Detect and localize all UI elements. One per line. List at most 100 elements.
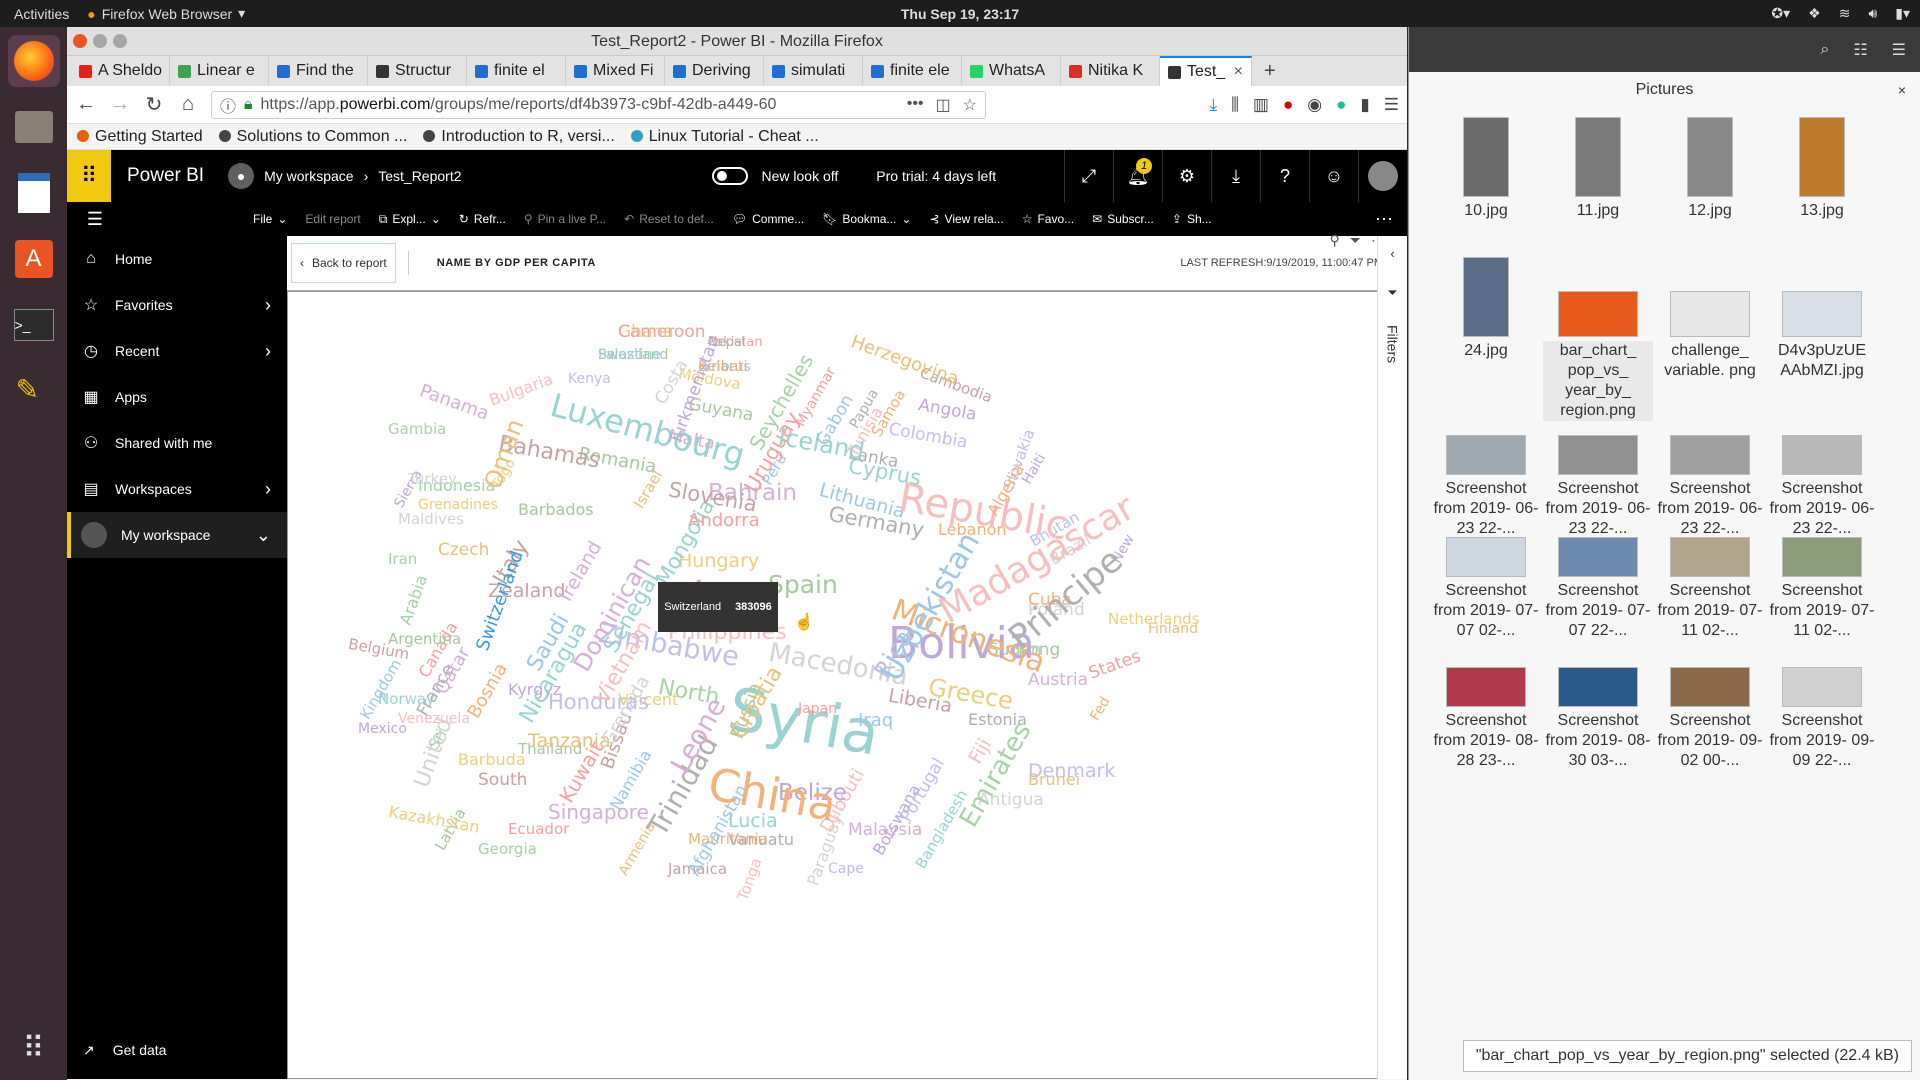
fullscreen-icon[interactable]: ⤢ [1064,150,1113,202]
browser-tab[interactable]: simulati [764,56,863,86]
browser-tab[interactable]: finite ele [863,56,962,86]
word-cloud-word[interactable]: South [478,772,527,789]
file-item[interactable]: Screenshot from 2019- 08-30 03-... [1543,627,1653,771]
close-tab-icon[interactable]: × [1234,63,1243,81]
word-cloud-word[interactable]: Palestine [598,348,661,362]
bookmark-item[interactable]: Getting Started [77,128,203,146]
word-cloud-word[interactable]: Bulgaria [487,369,556,410]
browser-tab[interactable]: Nitika K [1061,56,1160,86]
file-item[interactable]: Screenshot from 2019- 07-11 02-... [1655,497,1765,641]
word-cloud-word[interactable]: Czech [438,542,489,559]
get-data-button[interactable]: ↗ Get data [67,1027,287,1073]
share-button[interactable]: ⇪ Sh... [1172,212,1212,226]
word-cloud-word[interactable]: Argentina [388,632,461,647]
file-item[interactable]: 10.jpg [1431,117,1541,221]
breadcrumb-workspace[interactable]: My workspace [264,168,353,184]
settings-gear-icon[interactable]: ⚙ [1162,150,1211,202]
word-cloud-word[interactable]: Bosnia [464,659,512,722]
file-item[interactable]: D4v3pUzUE AAbMZI.jpg [1767,257,1877,381]
word-cloud-word[interactable]: Japan [798,702,837,716]
url-bar[interactable]: ⓘ 🔒︎ https://app.powerbi.com/groups/me/r… [211,90,986,119]
word-cloud-word[interactable]: Netherlands [1108,612,1199,627]
activities-button[interactable]: Activities [0,6,83,22]
software-dock-icon[interactable]: A [8,233,60,285]
hamburger-menu-icon[interactable]: ☰ [67,209,123,230]
word-cloud-word[interactable]: Estonia [968,712,1027,728]
browser-tab[interactable]: A Sheldo [71,56,170,86]
close-window-button[interactable] [73,34,87,48]
bookmark-star-icon[interactable]: ☆ [963,95,977,115]
bookmark-item[interactable]: Introduction to R, versi... [423,128,615,146]
nav-item-favorites[interactable]: ☆ Favorites › [67,282,287,328]
word-cloud-word[interactable]: Denmark [1028,762,1115,781]
file-item[interactable]: Screenshot from 2019- 08-28 23-... [1431,627,1541,771]
info-icon[interactable]: ⓘ [220,93,236,117]
extension-icon[interactable]: ▮ [1360,95,1369,115]
word-cloud-word[interactable]: Gambia [388,422,446,437]
pin-icon[interactable]: ⚲ [1330,232,1340,249]
download-icon[interactable]: ⤓ [1210,95,1218,115]
new-look-toggle[interactable] [711,167,748,185]
back-arrow-icon[interactable]: ← [75,93,97,116]
clock[interactable]: Thu Sep 19, 23:17 [901,6,1019,22]
file-item[interactable]: Screenshot from 2019- 07-11 02-... [1767,497,1877,641]
page-actions-icon[interactable]: ••• [907,95,924,115]
wifi-icon[interactable]: ≋ [1839,5,1851,22]
nav-item-workspaces[interactable]: ▤ Workspaces › [67,466,287,512]
bookmarks-button[interactable]: 🔖︎ Bookma... ⌄ [822,212,911,226]
browser-tab[interactable]: Mixed Fi [566,56,665,86]
word-cloud-word[interactable]: Iraq [858,712,893,730]
word-cloud-word[interactable]: Tanzania [528,732,611,751]
url-text[interactable]: https://app.powerbi.com/groups/me/report… [261,96,777,114]
adblock-icon[interactable]: ● [1283,95,1293,115]
collapse-chevron-icon[interactable]: ‹ [1390,246,1394,261]
word-cloud-word[interactable]: Ecuador [508,822,569,837]
word-cloud-word[interactable]: Iran [388,552,417,567]
maximize-window-button[interactable] [113,34,127,48]
library-icon[interactable]: ⫼ [1231,95,1239,115]
word-cloud-word[interactable]: Venezuela [398,712,470,726]
word-cloud-word[interactable]: Cape [828,862,864,876]
file-item[interactable]: Screenshot from 2019- 09-09 22-... [1767,627,1877,771]
files-dock-icon[interactable] [8,101,60,153]
file-item[interactable]: Screenshot from 2019- 09-02 00-... [1655,627,1765,771]
word-cloud-word[interactable]: Spain [768,572,838,597]
word-cloud-visual[interactable]: Belarus Pakistan Swaziland Ghana Paraguay Cap… [287,291,1397,1079]
browser-tab[interactable]: Linear e [170,56,269,86]
file-item[interactable]: 13.jpg [1767,117,1877,221]
word-cloud-word[interactable]: Turkey [408,472,457,487]
word-cloud-word[interactable]: Tonga [734,856,766,904]
help-icon[interactable]: ? [1260,150,1309,202]
grammarly-icon[interactable]: ● [1336,95,1346,115]
back-to-report-button[interactable]: ‹ Back to report [291,243,396,283]
view-related-button[interactable]: ⊰ View rela... [929,212,1003,226]
menu-icon[interactable]: ☰ [1892,40,1906,60]
pin-live-page-button[interactable]: ⚲ Pin a live P... [524,212,606,226]
app-launcher-icon[interactable]: ⠿ [67,150,111,202]
lock-icon[interactable]: 🔒︎ [244,96,253,114]
nav-item-apps[interactable]: ▦ Apps [67,374,287,420]
word-cloud-word[interactable]: Singapore [548,802,649,822]
breadcrumb-report[interactable]: Test_Report2 [378,168,461,184]
menu-icon[interactable]: ☰ [1384,95,1399,115]
word-cloud-word[interactable]: Georgia [478,842,537,857]
word-cloud-word[interactable]: Herzegovina [848,331,961,389]
word-cloud-word[interactable]: Fed [1087,694,1113,723]
refresh-button[interactable]: ↻ Refr... [459,212,506,226]
subscribe-button[interactable]: ✉ Subscr... [1092,212,1154,226]
word-cloud-word[interactable]: Kazakhstan [387,802,481,837]
word-cloud-word[interactable]: Panama [417,380,492,424]
more-commands-icon[interactable]: ⋯ [1375,209,1393,230]
word-cloud-word[interactable]: Angola [917,395,978,425]
forward-arrow-icon[interactable]: → [109,93,131,116]
chevron-right-icon[interactable]: › [265,479,271,500]
edit-report-button[interactable]: Edit report [305,212,360,226]
minimize-window-button[interactable] [93,34,107,48]
bookmark-item[interactable]: Linux Tutorial - Cheat ... [630,128,819,146]
dropbox-icon[interactable]: ❖ [1808,5,1821,22]
notifications-icon[interactable]: 🔔︎ 1 [1113,150,1162,202]
terminal-dock-icon[interactable]: >_ [8,299,60,351]
word-cloud-word[interactable]: States [1086,646,1143,683]
nav-item-home[interactable]: ⌂ Home [67,236,287,282]
user-profile-button[interactable] [1358,150,1407,202]
